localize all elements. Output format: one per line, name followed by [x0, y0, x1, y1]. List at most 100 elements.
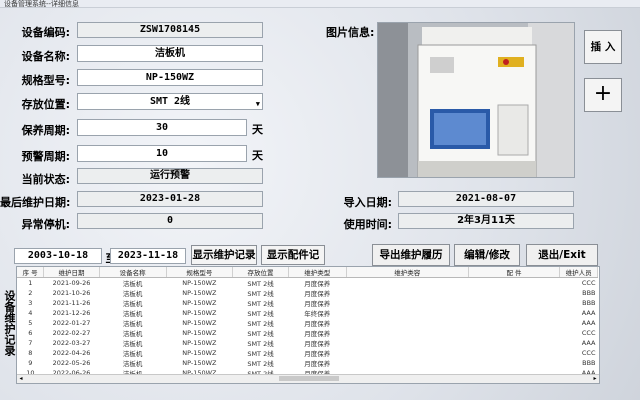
table-row[interactable]: 3 2021-11-26 洁板机 NP-150WZ SMT 2线 月度保养 BBB	[17, 298, 598, 308]
table-cell: CCC	[581, 349, 596, 357]
column-header[interactable]: 配 件	[468, 267, 561, 278]
table-cell: 年终保养	[304, 310, 331, 318]
maint-period-field[interactable]: 30	[77, 119, 247, 136]
table-cell: AAA	[581, 309, 596, 317]
table-cell	[468, 318, 559, 328]
column-header[interactable]: 维护日期	[43, 267, 100, 278]
column-header[interactable]: 存放位置	[232, 267, 289, 278]
table-row[interactable]: 2 2021-10-26 洁板机 NP-150WZ SMT 2线 月度保养 BBB	[17, 288, 598, 298]
table-cell: 月度保养	[304, 340, 331, 348]
column-header[interactable]: 设备名称	[99, 267, 167, 278]
table-cell: SMT 2线	[247, 360, 274, 368]
table-cell: 2021-12-26	[52, 309, 91, 317]
table-cell: 月度保养	[304, 280, 331, 288]
chevron-down-icon[interactable]: ▼	[256, 97, 260, 109]
table-cell: 洁板机	[122, 340, 143, 348]
date-from-field[interactable]: 2003-10-18	[14, 248, 102, 264]
table-cell	[468, 308, 559, 318]
table-cell: 洁板机	[122, 300, 143, 308]
table-cell: 洁板机	[122, 290, 143, 298]
table-cell	[468, 338, 559, 348]
table-row[interactable]: 8 2022-04-26 洁板机 NP-150WZ SMT 2线 月度保养 CCC	[17, 348, 598, 358]
column-header[interactable]: 序 号	[17, 267, 45, 278]
table-cell: 2022-04-26	[52, 349, 91, 357]
table-cell: NP-150WZ	[182, 359, 217, 367]
name-label: 设备名称:	[21, 50, 70, 63]
edit-button[interactable]: 编辑/修改	[454, 244, 520, 266]
model-label: 规格型号:	[21, 74, 70, 87]
table-cell: BBB	[582, 359, 596, 367]
table-cell	[468, 358, 559, 368]
abnormal-label: 异常停机:	[21, 218, 70, 231]
table-cell: 洁板机	[122, 330, 143, 338]
show-maint-records-button[interactable]: 显示维护记录	[191, 245, 257, 265]
import-date-field: 2021-08-07	[398, 191, 574, 207]
table-header-row: 序 号维护日期 设备名称 规格型号 存放位置 维护类型 维护类容配 件维护人员	[17, 267, 598, 278]
date-to-field[interactable]: 2023-11-18	[110, 248, 186, 264]
maint-period-label: 保养周期:	[21, 124, 70, 137]
use-time-label: 使用时间:	[343, 218, 392, 231]
table-cell: AAA	[581, 339, 596, 347]
table-row[interactable]: 6 2022-02-27 洁板机 NP-150WZ SMT 2线 月度保养 CCC	[17, 328, 598, 338]
model-field[interactable]: NP-150WZ	[77, 69, 263, 86]
table-cell: SMT 2线	[247, 280, 274, 288]
table-cell	[468, 288, 559, 298]
warn-period-label: 预警周期:	[21, 150, 70, 163]
table-cell: BBB	[582, 289, 596, 297]
status-field: 运行预警	[77, 168, 263, 184]
table-cell: SMT 2线	[247, 330, 274, 338]
table-row[interactable]: 5 2022-01-27 洁板机 NP-150WZ SMT 2线 月度保养 AAA	[17, 318, 598, 328]
table-row[interactable]: 4 2021-12-26 洁板机 NP-150WZ SMT 2线 年终保养 AAA	[17, 308, 598, 318]
table-cell: SMT 2线	[247, 350, 274, 358]
table-cell: 洁板机	[122, 350, 143, 358]
table-cell: 9	[28, 359, 33, 367]
table-cell: 月度保养	[304, 330, 331, 338]
table-cell: 2022-05-26	[52, 359, 91, 367]
maintenance-table[interactable]: 序 号维护日期 设备名称 规格型号 存放位置 维护类型 维护类容配 件维护人员 1 2021…	[16, 266, 600, 384]
table-row[interactable]: 9 2022-05-26 洁板机 NP-150WZ SMT 2线 月度保养 BBB	[17, 358, 598, 368]
horizontal-scrollbar[interactable]: ◂ ▸	[17, 374, 599, 383]
table-cell	[346, 288, 468, 298]
location-select[interactable]: SMT 2线 ▼	[77, 93, 263, 110]
scroll-left-icon[interactable]: ◂	[17, 375, 25, 382]
scroll-right-icon[interactable]: ▸	[591, 375, 599, 382]
table-cell	[346, 328, 468, 338]
table-cell: NP-150WZ	[182, 279, 217, 287]
table-cell: 洁板机	[122, 310, 143, 318]
table-cell: AAA	[581, 319, 596, 327]
table-cell	[346, 338, 468, 348]
column-header[interactable]: 规格型号	[166, 267, 234, 278]
table-cell: 洁板机	[122, 360, 143, 368]
table-row[interactable]: 1 2021-09-26 洁板机 NP-150WZ SMT 2线 月度保养 CCC	[17, 278, 598, 289]
table-row[interactable]: 7 2022-03-27 洁板机 NP-150WZ SMT 2线 月度保养 AAA	[17, 338, 598, 348]
export-history-button[interactable]: 导出维护履历	[372, 244, 450, 266]
column-header[interactable]: 维护人员	[559, 267, 598, 278]
table-cell	[468, 278, 559, 289]
warn-period-field[interactable]: 10	[77, 145, 247, 162]
table-cell: 3	[28, 299, 33, 307]
add-image-button[interactable]: +	[584, 78, 622, 112]
table-cell: 7	[28, 339, 33, 347]
column-header[interactable]: 维护类容	[346, 267, 469, 278]
abnormal-field: 0	[77, 213, 263, 229]
location-value: SMT 2线	[149, 96, 191, 107]
table-cell	[468, 328, 559, 338]
image-label: 图片信息:	[326, 26, 375, 39]
table-cell: 2	[28, 289, 33, 297]
table-cell: NP-150WZ	[182, 349, 217, 357]
warn-period-unit: 天	[252, 149, 263, 162]
last-maint-label: 最后维护日期:	[0, 196, 71, 209]
machine-image	[378, 23, 574, 177]
column-header[interactable]: 维护类型	[288, 267, 347, 278]
show-parts-records-button[interactable]: 显示配件记录	[261, 245, 325, 279]
exit-button[interactable]: 退出/Exit	[526, 244, 598, 266]
code-field[interactable]: ZSW1708145	[77, 22, 263, 38]
table-cell	[346, 358, 468, 368]
table-cell: 2022-02-27	[52, 329, 91, 337]
scrollbar-thumb[interactable]	[279, 376, 339, 381]
table-cell	[468, 298, 559, 308]
insert-button[interactable]: 插 入	[584, 30, 622, 64]
table-cell: BBB	[582, 299, 596, 307]
name-field[interactable]: 洁板机	[77, 45, 263, 62]
table-cell: 6	[28, 329, 33, 337]
